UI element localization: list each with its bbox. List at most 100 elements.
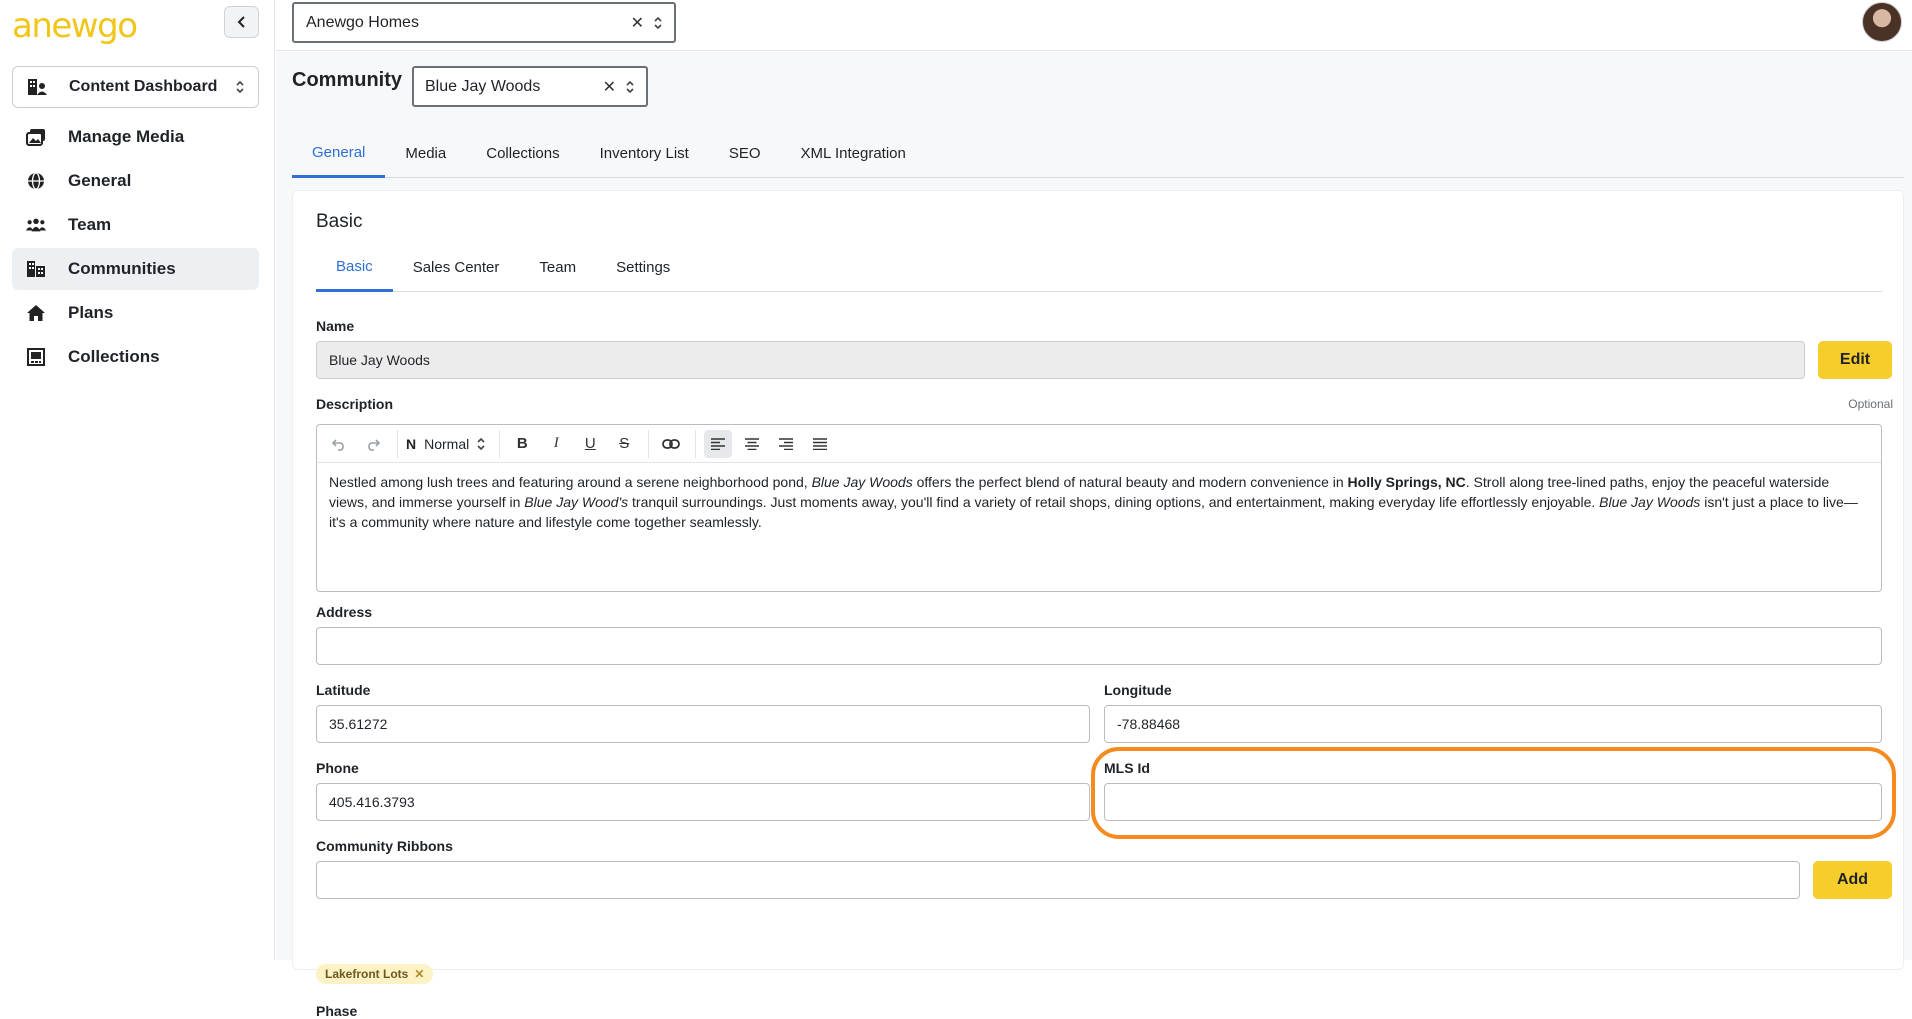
tab-media[interactable]: Media	[385, 129, 466, 178]
align-justify-icon[interactable]	[806, 430, 834, 458]
description-bold-segment: Holly Springs, NC	[1347, 474, 1466, 490]
editor-toolbar: N Normal B I U S	[317, 425, 1881, 463]
community-tabs: General Media Collections Inventory List…	[292, 129, 1904, 178]
buildings-icon	[26, 259, 46, 279]
sidebar-item-plans[interactable]: Plans	[12, 292, 259, 334]
redo-icon[interactable]	[359, 430, 387, 458]
description-italic-segment: Blue Jay Wood's	[524, 494, 629, 510]
italic-icon[interactable]: I	[542, 430, 570, 458]
sidebar-item-label: Plans	[68, 303, 114, 322]
tab-seo[interactable]: SEO	[709, 129, 781, 178]
edit-name-button[interactable]: Edit	[1818, 341, 1892, 379]
tab-general[interactable]: General	[292, 129, 386, 178]
sidebar-item-collections[interactable]: Collections	[12, 336, 259, 378]
name-label: Name	[316, 318, 355, 334]
globe-icon	[26, 171, 46, 191]
clear-icon[interactable]: ✕	[603, 77, 616, 97]
description-text-segment: offers the perfect blend of natural beau…	[912, 474, 1348, 490]
longitude-label: Longitude	[1104, 682, 1172, 698]
longitude-input[interactable]: -78.88468	[1104, 705, 1882, 743]
description-label: Description	[316, 396, 394, 412]
mls-id-highlight-annotation	[1091, 747, 1896, 839]
phone-label: Phone	[316, 760, 359, 776]
block-style-select[interactable]: N Normal	[406, 436, 487, 452]
description-text[interactable]: Nestled among lush trees and featuring a…	[317, 463, 1881, 541]
sidebar-item-general[interactable]: General	[12, 160, 259, 202]
community-ribbons-label: Community Ribbons	[316, 838, 453, 854]
toolbar-divider	[397, 429, 398, 458]
sidebar-item-communities[interactable]: Communities	[12, 248, 259, 290]
latitude-input[interactable]: 35.61272	[316, 705, 1090, 743]
subtab-settings[interactable]: Settings	[596, 243, 690, 292]
description-text-segment: tranquil surroundings. Just moments away…	[628, 494, 1600, 510]
basic-subtabs: Basic Sales Center Team Settings	[316, 243, 1882, 292]
anewgo-logo[interactable]: anewgo	[12, 6, 138, 46]
description-italic-segment: Blue Jay Woods	[811, 474, 913, 490]
ribbon-chip-label: Lakefront Lots	[325, 967, 409, 981]
sidebar-nav: Manage Media General Team Communities Pl…	[12, 116, 259, 380]
organization-select[interactable]: Anewgo Homes ✕	[292, 2, 676, 43]
media-icon	[26, 127, 46, 147]
clear-icon[interactable]: ✕	[631, 13, 644, 33]
subtab-basic[interactable]: Basic	[316, 243, 393, 292]
dashboard-select[interactable]: Content Dashboard	[12, 66, 259, 108]
chevron-updown-icon	[624, 77, 636, 97]
home-icon	[26, 303, 46, 323]
page-title: Community	[292, 69, 402, 91]
latitude-label: Latitude	[316, 682, 371, 698]
toolbar-divider	[499, 429, 501, 458]
optional-label: Optional	[1848, 397, 1893, 411]
collections-icon	[26, 347, 46, 367]
chevron-updown-icon	[234, 77, 246, 97]
block-style-value: Normal	[424, 435, 470, 452]
organization-select-value: Anewgo Homes	[306, 13, 419, 31]
top-bar: Anewgo Homes ✕	[276, 0, 1912, 51]
sidebar: anewgo Content Dashboard Manage Media Ge…	[0, 0, 275, 960]
ribbon-chip: Lakefront Lots ✕	[316, 964, 434, 984]
link-icon[interactable]	[657, 430, 685, 458]
phase-label: Phase	[316, 1003, 358, 1019]
toolbar-divider	[648, 429, 650, 458]
chevron-updown-icon	[477, 437, 485, 450]
sidebar-item-label: General	[68, 171, 132, 190]
sidebar-item-team[interactable]: Team	[12, 204, 259, 246]
align-center-icon[interactable]	[738, 430, 766, 458]
address-input[interactable]	[316, 627, 1882, 665]
remove-chip-icon[interactable]: ✕	[414, 967, 424, 981]
collapse-sidebar-button[interactable]	[224, 6, 259, 38]
dashboard-select-label: Content Dashboard	[69, 78, 218, 95]
name-input[interactable]: Blue Jay Woods	[316, 341, 1805, 379]
community-ribbons-input[interactable]	[316, 861, 1800, 899]
user-avatar[interactable]	[1862, 2, 1902, 42]
undo-icon[interactable]	[325, 430, 353, 458]
community-select[interactable]: Blue Jay Woods ✕	[412, 66, 648, 107]
bold-icon[interactable]: B	[508, 430, 536, 458]
chevron-updown-icon	[652, 13, 664, 33]
sidebar-item-label: Manage Media	[68, 127, 185, 146]
align-left-icon[interactable]	[704, 429, 733, 458]
phone-input[interactable]: 405.416.3793	[316, 783, 1090, 821]
team-icon	[26, 215, 46, 235]
tab-inventory-list[interactable]: Inventory List	[580, 129, 709, 178]
description-editor[interactable]: N Normal B I U S Nestled among lush tree…	[316, 424, 1882, 592]
sidebar-item-label: Communities	[68, 259, 176, 278]
subtab-sales-center[interactable]: Sales Center	[393, 243, 520, 292]
add-ribbon-button[interactable]: Add	[1813, 861, 1892, 899]
toolbar-divider	[695, 429, 697, 458]
description-text-segment: Nestled among lush trees and featuring a…	[329, 474, 812, 490]
building-user-icon	[28, 79, 47, 95]
community-select-value: Blue Jay Woods	[425, 77, 541, 95]
address-label: Address	[316, 604, 373, 620]
sidebar-item-label: Team	[68, 215, 112, 234]
subtab-team[interactable]: Team	[519, 243, 596, 292]
sidebar-item-manage-media[interactable]: Manage Media	[12, 116, 259, 158]
description-italic-segment: Blue Jay Woods	[1599, 494, 1701, 510]
text-style-icon: N	[406, 435, 417, 452]
tab-collections[interactable]: Collections	[466, 129, 579, 178]
strikethrough-icon[interactable]: S	[610, 430, 638, 458]
chevron-left-icon	[237, 16, 245, 28]
sidebar-item-label: Collections	[68, 347, 160, 366]
tab-xml-integration[interactable]: XML Integration	[781, 129, 926, 178]
align-right-icon[interactable]	[772, 430, 800, 458]
underline-icon[interactable]: U	[576, 430, 604, 458]
